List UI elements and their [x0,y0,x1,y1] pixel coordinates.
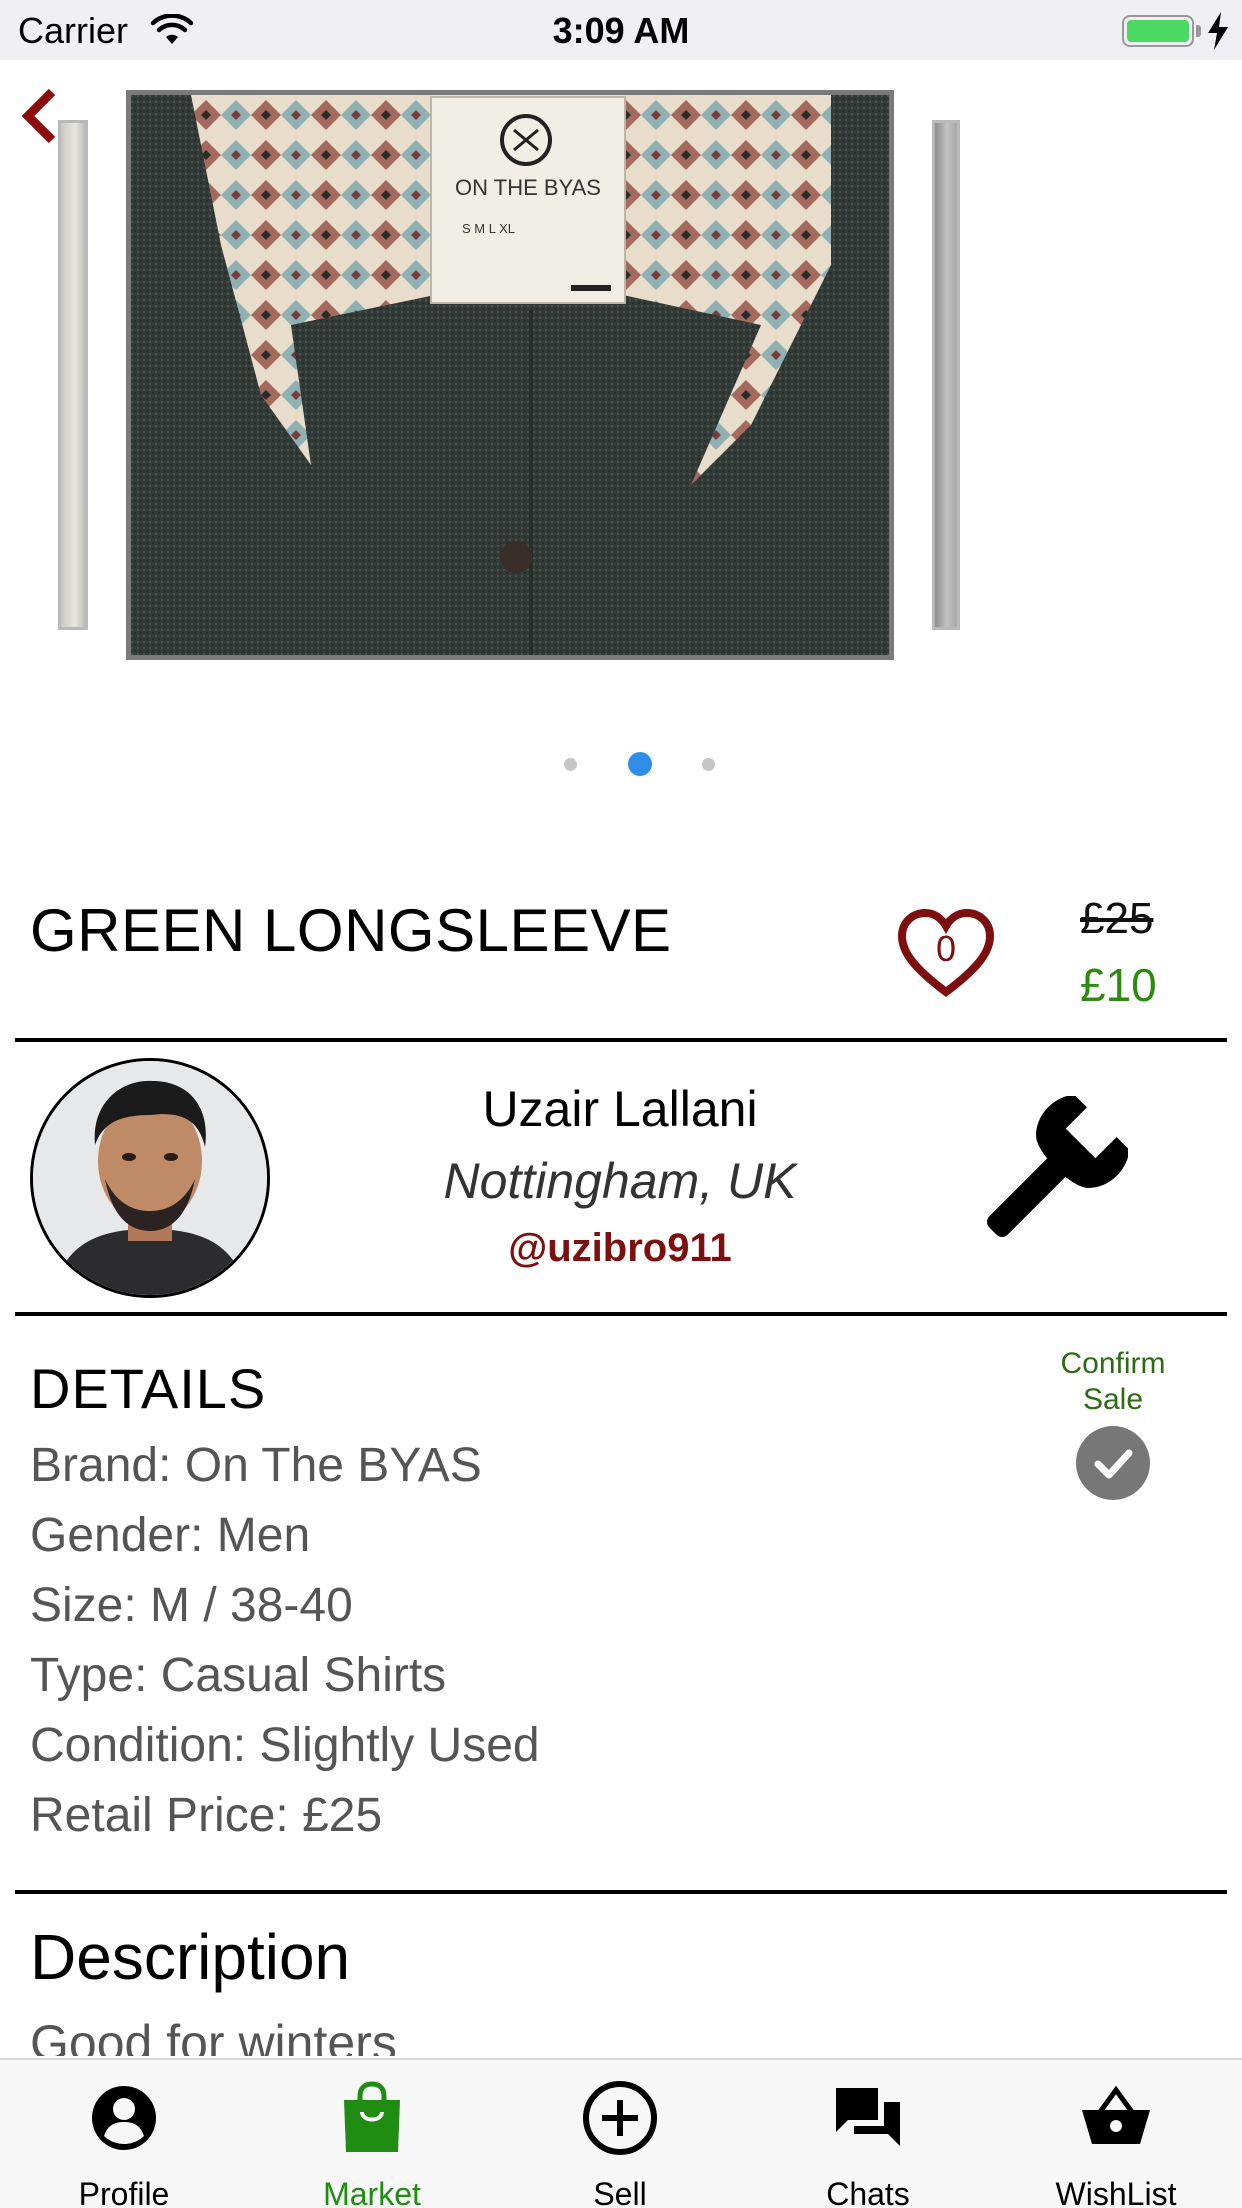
tab-bar: Profile Market Sell Chats WishList [0,2058,1242,2208]
tab-market[interactable]: Market [248,2060,496,2208]
page-dot-1[interactable] [564,758,577,771]
confirm-sale-button[interactable] [1076,1426,1150,1500]
like-count: 0 [935,928,957,969]
svg-text:S M L XL: S M L XL [462,221,515,236]
svg-text:ON THE BYAS: ON THE BYAS [455,175,601,200]
tab-label-sell: Sell [593,2176,647,2208]
sale-price: £10 [1080,959,1157,1011]
status-bar: Carrier 3:09 AM [0,0,1242,60]
like-button[interactable]: 0 [896,908,996,1000]
tab-label-chats: Chats [826,2176,910,2208]
profile-icon [92,2086,156,2150]
previous-photo-peek[interactable] [58,120,88,630]
chat-icon [836,2088,900,2146]
divider [15,1312,1227,1316]
photo-carousel[interactable]: ON THE BYAS S M L XL [0,86,1242,666]
page-dot-2-active[interactable] [628,752,652,776]
tab-label-market: Market [323,2176,421,2208]
tab-profile[interactable]: Profile [0,2060,248,2208]
seller-avatar[interactable] [30,1058,270,1298]
detail-condition: Condition: Slightly Used [30,1719,540,1772]
detail-gender: Gender: Men [30,1509,311,1562]
seller-location: Nottingham, UK [443,1153,797,1209]
seller-handle[interactable]: @uzibro911 [320,1226,920,1271]
battery-icon [1122,15,1194,47]
next-photo-peek[interactable] [932,120,960,630]
tab-wishlist[interactable]: WishList [992,2060,1240,2208]
seller-name: Uzair Lallani [482,1081,758,1137]
shopping-bag-icon [344,2081,400,2152]
basket-icon [1082,2085,1150,2144]
page-dot-3[interactable] [702,758,715,771]
details-heading: DETAILS [30,1357,267,1420]
original-price: £25 [1080,894,1154,943]
divider [15,1890,1227,1894]
battery-nub [1196,25,1201,37]
description-text: Good for winters [30,2015,397,2056]
detail-size: Size: M / 38-40 [30,1579,353,1632]
product-photo[interactable]: ON THE BYAS S M L XL [126,90,894,660]
detail-type: Type: Casual Shirts [30,1649,447,1702]
clock: 3:09 AM [552,10,690,51]
carousel-page-indicator[interactable] [0,752,1242,776]
charging-icon [1208,12,1228,50]
confirm-sale-label: Confirm Sale [1060,1347,1166,1416]
tab-label-profile: Profile [78,2176,170,2208]
detail-brand: Brand: On The BYAS [30,1439,482,1492]
plus-circle-icon [583,2081,657,2155]
detail-retail-price: Retail Price: £25 [30,1789,383,1842]
divider [15,1038,1227,1042]
description-heading: Description [30,1921,351,1993]
item-title: GREEN LONGSLEEVE [30,897,672,964]
checkmark-icon [1094,1449,1133,1479]
tab-chats[interactable]: Chats [744,2060,992,2208]
tab-sell[interactable]: Sell [496,2060,744,2208]
wrench-icon[interactable] [978,1096,1128,1246]
avatar-photo [33,1061,267,1295]
shirt-photo-illustration: ON THE BYAS S M L XL [131,95,889,655]
tab-label-wishlist: WishList [1055,2176,1177,2208]
